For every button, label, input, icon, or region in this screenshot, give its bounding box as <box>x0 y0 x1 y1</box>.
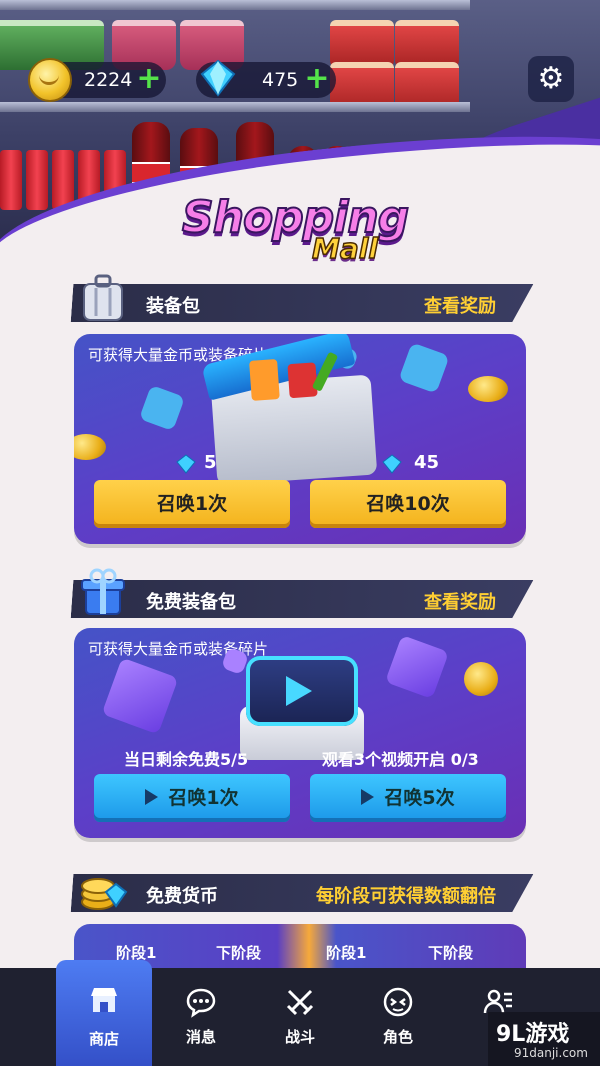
gem-counter[interactable]: 475 + <box>196 59 336 98</box>
free-equipment-pack-view-rewards[interactable]: 查看奖励 <box>424 588 496 614</box>
puzzle-piece-icon <box>398 342 450 394</box>
free-summon-1-label: 召唤1次 <box>168 787 239 809</box>
tab-shop[interactable]: 商店 <box>56 960 152 1066</box>
free-equipment-pack-card: 可获得大量金币或装备碎片 当日剩余免费5/5 观看3个视频开启 0/3 召唤1次… <box>74 628 526 838</box>
gear-icon: ⚙ <box>537 61 565 96</box>
watermark-url: 91danji.com <box>514 1046 588 1060</box>
coin-icon <box>464 662 498 696</box>
next-stage-label: 下阶段 <box>428 944 474 962</box>
chat-icon <box>186 988 216 1018</box>
gift-box-icon <box>81 568 125 615</box>
watermark-logo: 9L游戏 <box>496 1022 570 1047</box>
free-summon-5-label: 召唤5次 <box>384 787 455 809</box>
site-watermark: 9L游戏 91danji.com <box>488 1012 600 1066</box>
coin-icon <box>28 58 72 102</box>
free-summon-1-button[interactable]: 召唤1次 <box>94 774 290 822</box>
shopping-mall-logo: Shopping Mall <box>181 191 422 272</box>
gem-icon <box>382 454 402 474</box>
video-reward-box <box>240 656 364 760</box>
free-equipment-pack-title: 免费装备包 <box>146 592 236 613</box>
tab-shop-label: 商店 <box>88 1030 119 1048</box>
loot-suitcase-image <box>201 334 378 486</box>
free-summon-5-button[interactable]: 召唤5次 <box>310 774 506 822</box>
coin-icon <box>468 376 508 402</box>
puzzle-piece-icon <box>384 634 450 700</box>
shop-icon <box>91 988 117 1012</box>
summon-1-cost: 5 <box>204 452 217 473</box>
soda-can <box>26 150 48 210</box>
tab-messages-label: 消息 <box>185 1028 216 1046</box>
tab-messages[interactable]: 消息 <box>153 968 249 1066</box>
puzzle-piece-icon <box>138 384 186 432</box>
free-currency-hint: 每阶段可获得数额翻倍 <box>316 886 496 907</box>
coins-and-gems-icon <box>81 878 128 910</box>
watch-videos-progress: 观看3个视频开启 0/3 <box>322 750 479 769</box>
gem-icon <box>176 454 196 474</box>
coin-counter[interactable]: 2224 + <box>28 58 166 102</box>
character-icon <box>383 987 413 1017</box>
gem-amount: 475 <box>262 69 299 91</box>
equipment-pack-card: 可获得大量金币或装备碎片 5 45 召唤1次 召唤10次 <box>74 334 526 544</box>
shelf-bar <box>0 102 470 112</box>
settings-button[interactable]: ⚙ <box>528 56 574 102</box>
equipment-pack-view-rewards[interactable]: 查看奖励 <box>424 292 496 318</box>
tab-battle-label: 战斗 <box>284 1028 315 1046</box>
crossed-swords-icon <box>286 989 314 1016</box>
coin-icon <box>74 434 106 460</box>
puzzle-piece-icon <box>101 657 179 735</box>
play-icon <box>286 676 312 706</box>
add-gems-button[interactable]: + <box>304 64 330 94</box>
tab-character[interactable]: 角色 <box>350 968 446 1066</box>
soda-can <box>0 150 22 210</box>
tab-character-label: 角色 <box>382 1028 413 1046</box>
next-stage-label: 下阶段 <box>216 944 262 962</box>
suitcase-icon <box>83 274 123 321</box>
play-icon <box>145 789 159 805</box>
stage-label: 阶段1 <box>326 944 367 962</box>
logo-line2: Mall <box>311 231 378 266</box>
play-icon <box>361 789 375 805</box>
summon-10-button[interactable]: 召唤10次 <box>310 480 506 528</box>
summon-1-button[interactable]: 召唤1次 <box>94 480 290 528</box>
free-currency-title: 免费货币 <box>146 886 218 907</box>
shelf-bar <box>0 0 470 10</box>
add-coins-button[interactable]: + <box>136 64 162 94</box>
gem-icon <box>200 59 236 97</box>
tab-battle[interactable]: 战斗 <box>252 968 348 1066</box>
daily-free-remaining: 当日剩余免费5/5 <box>124 750 249 769</box>
summon-10-cost: 45 <box>414 452 440 473</box>
equipment-pack-title: 装备包 <box>146 296 200 317</box>
coin-amount: 2224 <box>84 69 133 91</box>
